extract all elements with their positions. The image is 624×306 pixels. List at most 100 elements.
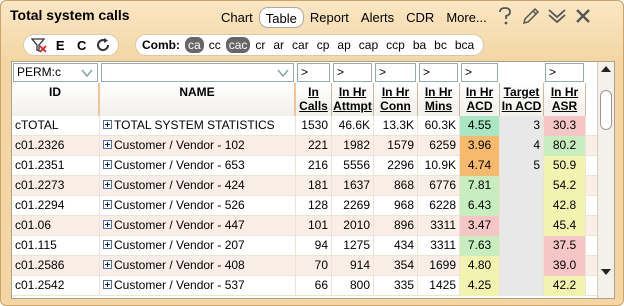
window: Total system calls Chart Table Report Alert… <box>0 0 624 306</box>
menu-alerts[interactable]: Alerts <box>355 7 400 28</box>
comb-option-car[interactable]: car <box>289 37 312 53</box>
menu-chart[interactable]: Chart <box>215 7 259 28</box>
cell-id: c01.06 <box>12 216 100 236</box>
column-header-asr[interactable]: In Hr ASR <box>544 83 586 116</box>
column-header-id[interactable]: ID <box>12 83 100 116</box>
comb-option-bc[interactable]: bc <box>431 37 450 53</box>
filter-asr-input[interactable]: > <box>545 63 584 82</box>
export-e-button[interactable]: E <box>51 36 69 54</box>
table-row[interactable]: c01.2586 Customer / Vendor - 408 70 914 354 1… <box>12 256 598 276</box>
comb-option-cac[interactable]: cac <box>225 37 251 53</box>
table-row[interactable]: c01.2326 Customer / Vendor - 102 221 1982 15… <box>12 136 598 156</box>
menu-report[interactable]: Report <box>304 7 355 28</box>
row-name: Customer / Vendor - 526 <box>114 198 245 212</box>
column-header-mins[interactable]: In Hr Mins <box>418 83 460 116</box>
column-header-name[interactable]: NAME <box>100 83 296 116</box>
column-header-acd[interactable]: In Hr ACD <box>460 83 500 116</box>
comb-option-cap[interactable]: cap <box>356 37 381 53</box>
table-row[interactable]: c01.06 Customer / Vendor - 447 101 2010 896 3… <box>12 216 598 236</box>
table-row[interactable]: cTOTAL TOTAL SYSTEM STATISTICS 1530 46.6K 13… <box>12 116 598 136</box>
edit-icon[interactable] <box>521 6 541 26</box>
cell-attempt: 46.6K <box>332 116 374 136</box>
column-header-attempt[interactable]: In Hr Attmpt <box>332 83 374 116</box>
close-icon[interactable] <box>573 6 593 26</box>
comb-option-cp[interactable]: cp <box>314 37 333 53</box>
row-name: Customer / Vendor - 537 <box>114 278 245 292</box>
menu-more[interactable]: More... <box>440 7 492 28</box>
filter-name-input[interactable] <box>101 63 294 82</box>
cell-acd: 7.81 <box>460 176 500 196</box>
column-header-conn[interactable]: In Hr Conn <box>374 83 418 116</box>
comb-option-ccp[interactable]: ccp <box>383 37 408 53</box>
help-icon[interactable] <box>495 6 515 26</box>
refresh-icon[interactable] <box>94 36 112 54</box>
chevron-down-icon[interactable] <box>81 67 93 78</box>
table-row[interactable]: c01.2351 Customer / Vendor - 653 216 5556 22… <box>12 156 598 176</box>
table-row[interactable]: c01.115 Customer / Vendor - 207 94 1275 434 3… <box>12 236 598 256</box>
comb-option-ba[interactable]: ba <box>410 37 429 53</box>
cell-conn: 354 <box>374 256 418 276</box>
cell-id: cTOTAL <box>12 116 100 136</box>
expand-icon[interactable] <box>103 140 112 149</box>
filter-conn-value: > <box>379 65 387 79</box>
expand-icon[interactable] <box>103 180 112 189</box>
expand-icon[interactable] <box>103 220 112 229</box>
cell-acd: 3.47 <box>460 216 500 236</box>
cell-attempt: 1637 <box>332 176 374 196</box>
comb-option-bca[interactable]: bca <box>452 37 477 53</box>
scroll-thumb[interactable] <box>600 90 612 130</box>
menu-table[interactable]: Table <box>258 7 304 28</box>
filter-attempt-input[interactable]: > <box>333 63 372 82</box>
cell-target: 5 <box>500 156 544 176</box>
expand-icon[interactable] <box>103 200 112 209</box>
cell-mins: 10.9K <box>418 156 460 176</box>
comb-option-cc[interactable]: cc <box>206 37 224 53</box>
expand-icon[interactable] <box>103 240 112 249</box>
filter-conn-input[interactable]: > <box>375 63 416 82</box>
cell-asr: 50.9 <box>544 156 586 176</box>
cell-asr: 80.2 <box>544 136 586 156</box>
filter-clear-icon[interactable] <box>30 36 48 54</box>
cell-target <box>500 256 544 276</box>
chevron-down-icon[interactable] <box>277 67 289 78</box>
vertical-scrollbar[interactable] <box>597 62 614 298</box>
cell-mins: 6259 <box>418 136 460 156</box>
expand-icon[interactable] <box>103 260 112 269</box>
comb-option-ar[interactable]: ar <box>270 37 287 53</box>
scroll-up-icon[interactable] <box>600 63 612 77</box>
comb-option-cr[interactable]: cr <box>252 37 268 53</box>
menu-cdr[interactable]: CDR <box>400 7 440 28</box>
collapse-icon[interactable] <box>547 6 567 26</box>
cell-id: c01.2586 <box>12 256 100 276</box>
table-row[interactable]: c01.2542 Customer / Vendor - 537 66 800 335 1… <box>12 276 598 296</box>
column-header-calls[interactable]: In Calls <box>296 83 332 116</box>
filter-id-input[interactable]: PERM:c <box>13 63 98 82</box>
cell-mins: 6776 <box>418 176 460 196</box>
table-row[interactable]: c01.2273 Customer / Vendor - 424 181 1637 86… <box>12 176 598 196</box>
expand-icon[interactable] <box>103 120 112 129</box>
expand-icon[interactable] <box>103 280 112 289</box>
cell-conn: 13.3K <box>374 116 418 136</box>
cell-conn: 434 <box>374 236 418 256</box>
expand-icon[interactable] <box>103 160 112 169</box>
comb-option-ap[interactable]: ap <box>334 37 353 53</box>
view-menu: Chart Table Report Alerts CDR More... <box>215 7 493 28</box>
filter-calls-input[interactable]: > <box>297 63 330 82</box>
export-c-button[interactable]: C <box>73 36 91 54</box>
cell-mins: 1425 <box>418 276 460 296</box>
cell-calls: 1530 <box>296 116 332 136</box>
cell-calls: 181 <box>296 176 332 196</box>
action-bar: E C <box>23 34 119 56</box>
filter-acd-input[interactable]: > <box>461 63 498 82</box>
cell-asr: 37.5 <box>544 236 586 256</box>
cell-calls: 94 <box>296 236 332 256</box>
scroll-down-icon[interactable] <box>600 266 612 280</box>
filter-attempt-value: > <box>337 65 345 79</box>
comb-option-ca[interactable]: ca <box>185 37 204 53</box>
cell-id: c01.2294 <box>12 196 100 216</box>
filter-mins-input[interactable]: > <box>419 63 458 82</box>
table-row[interactable]: c01.2294 Customer / Vendor - 526 128 2269 96… <box>12 196 598 216</box>
cell-attempt: 914 <box>332 256 374 276</box>
row-name: Customer / Vendor - 424 <box>114 178 245 192</box>
column-header-target[interactable]: Target In ACD <box>500 83 544 116</box>
